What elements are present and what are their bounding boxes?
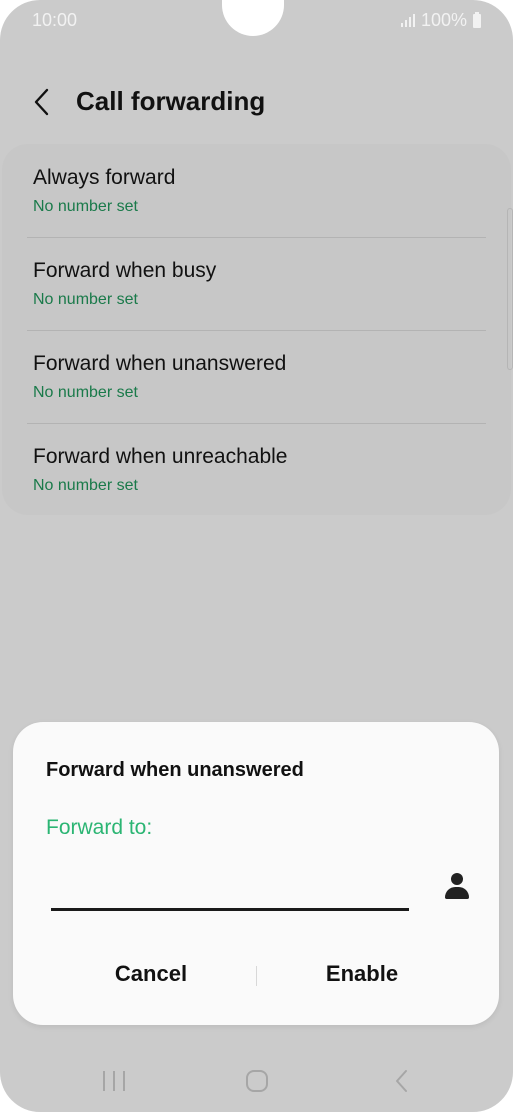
chevron-left-icon xyxy=(34,88,49,116)
list-item-forward-unanswered[interactable]: Forward when unanswered No number set xyxy=(2,330,511,423)
list-item-title: Always forward xyxy=(33,166,176,189)
list-item-title: Forward when unreachable xyxy=(33,445,288,468)
dialog-title: Forward when unanswered xyxy=(46,759,304,781)
contact-picker-button[interactable] xyxy=(443,870,471,902)
navigation-bar xyxy=(0,1050,513,1112)
phone-screen: 10:00 100% Call forwarding Always forwar… xyxy=(0,0,513,1112)
status-time: 10:00 xyxy=(32,10,78,30)
list-item-subtitle: No number set xyxy=(33,477,138,494)
actions-divider xyxy=(256,966,257,986)
enable-button[interactable]: Enable xyxy=(262,954,462,994)
list-item-always-forward[interactable]: Always forward No number set xyxy=(2,144,511,237)
list-item-title: Forward when busy xyxy=(33,259,217,282)
forward-to-label: Forward to: xyxy=(46,816,153,839)
call-forwarding-list: Always forward No number set Forward whe… xyxy=(2,144,511,515)
battery-percent: 100% xyxy=(420,10,467,30)
home-icon[interactable] xyxy=(246,1070,268,1092)
cancel-button[interactable]: Cancel xyxy=(51,954,251,994)
list-item-forward-unreachable[interactable]: Forward when unreachable No number set xyxy=(2,423,511,516)
list-item-subtitle: No number set xyxy=(33,198,138,215)
forward-dialog: Forward when unanswered Forward to: Canc… xyxy=(13,722,499,1025)
dialog-actions: Cancel Enable xyxy=(13,954,499,994)
page-title: Call forwarding xyxy=(76,86,266,116)
list-item-title: Forward when unanswered xyxy=(33,352,287,375)
back-button[interactable] xyxy=(24,84,60,120)
recents-icon[interactable] xyxy=(103,1071,125,1091)
phone-number-input[interactable] xyxy=(51,872,409,911)
app-header: Call forwarding xyxy=(0,76,513,128)
list-item-subtitle: No number set xyxy=(33,384,138,401)
list-item-subtitle: No number set xyxy=(33,291,138,308)
scrollbar[interactable] xyxy=(507,208,513,370)
battery-icon xyxy=(473,11,481,28)
signal-icon xyxy=(400,14,415,27)
back-icon[interactable] xyxy=(392,1068,412,1094)
list-item-forward-busy[interactable]: Forward when busy No number set xyxy=(2,237,511,330)
status-indicators: 100% xyxy=(400,10,481,31)
